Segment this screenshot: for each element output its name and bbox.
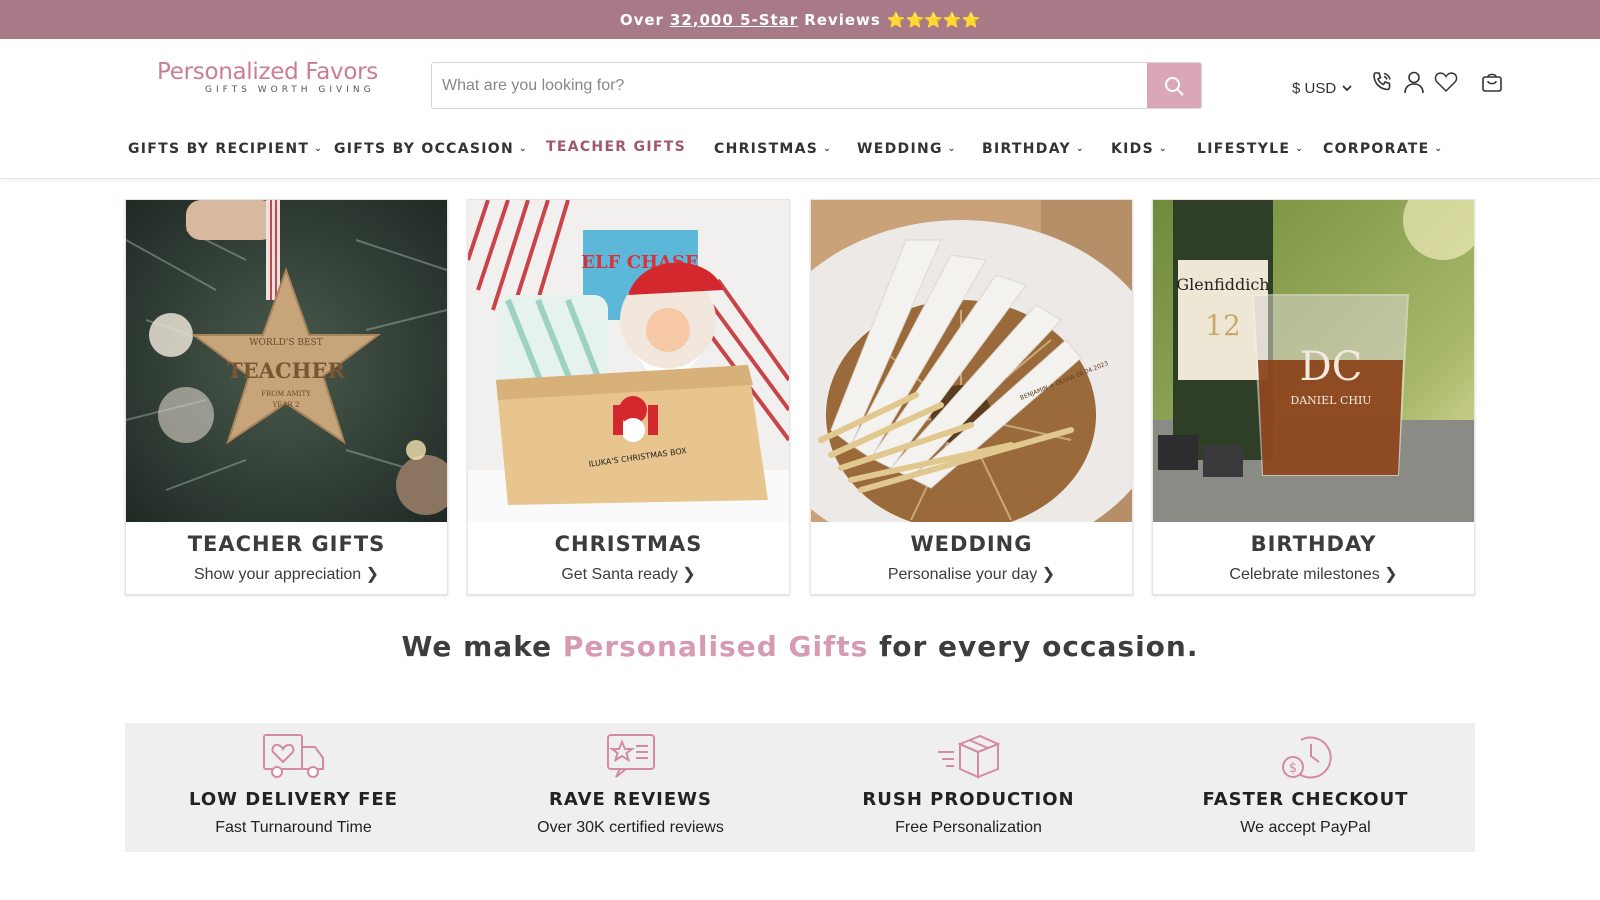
nav-gifts-by-occasion[interactable]: GIFTS BY OCCASION ⌄ <box>334 139 528 159</box>
image-text: Glenfiddich <box>1176 275 1269 294</box>
site-header: Personalized Favors GIFTS WORTH GIVING $… <box>0 39 1600 179</box>
feature-faster-checkout: $ FASTER CHECKOUT We accept PayPal <box>1137 723 1474 852</box>
chevron-down-icon: ⌄ <box>1158 144 1168 154</box>
tagline-before: We make <box>401 630 553 663</box>
nav-birthday[interactable]: BIRTHDAY ⌄ <box>982 139 1085 159</box>
chevron-down-icon: ⌄ <box>1295 144 1305 154</box>
brand-name: Personalized Favors <box>157 59 378 85</box>
nav-label: WEDDING <box>857 141 943 157</box>
search-bar <box>431 62 1202 109</box>
card-subtitle-link[interactable]: Celebrate milestones ❯ <box>1153 564 1474 584</box>
nav-gifts-by-recipient[interactable]: GIFTS BY RECIPIENT ⌄ <box>128 139 323 159</box>
birthday-whisky-image: Glenfiddich 12 DC DANIEL CHIU <box>1153 200 1474 522</box>
card-title: WEDDING <box>910 532 1033 556</box>
reviews-link[interactable]: 32,000 5-Star <box>670 11 798 29</box>
nav-corporate[interactable]: CORPORATE ⌄ <box>1323 139 1443 159</box>
nav-kids[interactable]: KIDS ⌄ <box>1111 139 1168 159</box>
nav-label: BIRTHDAY <box>982 141 1071 157</box>
image-text: WORLD'S BEST <box>249 338 322 348</box>
card-subtitle-link[interactable]: Personalise your day ❯ <box>811 564 1132 584</box>
wedding-fan-image: BENJAMIN + OLIVIA 08.04.2023 <box>811 200 1132 522</box>
chevron-down-icon: ⌄ <box>947 144 957 154</box>
image-text: 12 <box>1205 309 1241 342</box>
search-button[interactable] <box>1147 63 1201 108</box>
main-navigation: GIFTS BY RECIPIENT ⌄ GIFTS BY OCCASION ⌄ T… <box>0 139 1600 169</box>
image-text: DC <box>1300 344 1363 390</box>
clock-dollar-icon: $ <box>1281 736 1332 779</box>
card-subtitle-link[interactable]: Show your appreciation ❯ <box>126 564 447 584</box>
category-cards: WORLD'S BEST TEACHER FROM AMITY YEAR 2 T… <box>125 199 1475 595</box>
nav-wedding[interactable]: WEDDING ⌄ <box>857 139 957 159</box>
image-text: TEACHER <box>227 358 345 383</box>
account-icon[interactable] <box>1402 69 1426 95</box>
nav-label: LIFESTYLE <box>1197 141 1291 157</box>
search-icon <box>1165 76 1184 95</box>
delivery-truck-heart-icon <box>262 734 324 778</box>
feature-subtitle: We accept PayPal <box>1240 819 1371 836</box>
nav-label: TEACHER GIFTS <box>546 139 686 155</box>
nav-lifestyle[interactable]: LIFESTYLE ⌄ <box>1197 139 1304 159</box>
feature-rush-production: RUSH PRODUCTION Free Personalization <box>800 723 1137 852</box>
svg-text:$: $ <box>1288 761 1296 776</box>
cart-bag-icon[interactable] <box>1480 69 1504 95</box>
christmas-box-image: ELF CHASE ILUKA'S CHRISTMAS BOX <box>468 200 789 522</box>
nav-label: CHRISTMAS <box>714 141 819 157</box>
nav-label: KIDS <box>1111 141 1154 157</box>
fast-box-icon <box>937 734 1001 779</box>
feature-title: FASTER CHECKOUT <box>1202 789 1409 810</box>
occasion-tagline: We make Personalised Gifts for every occ… <box>0 630 1600 663</box>
feature-subtitle: Free Personalization <box>895 819 1042 836</box>
wishlist-heart-icon[interactable] <box>1434 69 1458 95</box>
teacher-gift-image: WORLD'S BEST TEACHER FROM AMITY YEAR 2 <box>126 200 447 522</box>
card-title: CHRISTMAS <box>554 532 703 556</box>
card-title: BIRTHDAY <box>1250 532 1377 556</box>
feature-subtitle: Over 30K certified reviews <box>537 819 724 836</box>
five-stars-icon: ⭐⭐⭐⭐⭐ <box>886 10 981 29</box>
card-subtitle-link[interactable]: Get Santa ready ❯ <box>468 564 789 584</box>
phone-icon[interactable] <box>1370 69 1394 95</box>
chevron-down-icon <box>1342 85 1352 92</box>
chevron-down-icon: ⌄ <box>1434 144 1444 154</box>
feature-rave-reviews: RAVE REVIEWS Over 30K certified reviews <box>462 723 799 852</box>
category-card-birthday[interactable]: Glenfiddich 12 DC DANIEL CHIU BIRTHDAY C… <box>1152 199 1475 595</box>
tagline-highlight: Personalised Gifts <box>562 630 869 663</box>
nav-label: CORPORATE <box>1323 141 1430 157</box>
image-text: DANIEL CHIU <box>1290 394 1371 407</box>
feature-low-delivery-fee: LOW DELIVERY FEE Fast Turnaround Time <box>125 723 462 852</box>
announcement-suffix: Reviews <box>804 10 881 29</box>
card-title: TEACHER GIFTS <box>187 532 386 556</box>
announcement-bar: Over 32,000 5-Star Reviews ⭐⭐⭐⭐⭐ <box>0 0 1600 39</box>
image-text: FROM AMITY <box>261 390 311 398</box>
category-card-teacher-gifts[interactable]: WORLD'S BEST TEACHER FROM AMITY YEAR 2 T… <box>125 199 448 595</box>
nav-teacher-gifts[interactable]: TEACHER GIFTS <box>546 137 686 157</box>
chevron-down-icon: ⌄ <box>314 144 324 154</box>
feature-title: RAVE REVIEWS <box>549 789 712 810</box>
currency-selector[interactable]: $ USD <box>1292 80 1352 97</box>
announcement-prefix: Over <box>619 10 664 29</box>
search-input[interactable] <box>432 63 1147 108</box>
brand-logo[interactable]: Personalized Favors GIFTS WORTH GIVING <box>157 59 407 99</box>
chevron-down-icon: ⌄ <box>823 144 833 154</box>
category-card-christmas[interactable]: ELF CHASE ILUKA'S CHRISTMAS BOX CHRISTMA… <box>467 199 790 595</box>
currency-label: $ USD <box>1292 80 1337 97</box>
feature-title: LOW DELIVERY FEE <box>189 789 398 810</box>
chevron-down-icon: ⌄ <box>1075 144 1085 154</box>
header-icons <box>1370 69 1504 95</box>
image-text: YEAR 2 <box>272 401 300 409</box>
category-card-wedding[interactable]: BENJAMIN + OLIVIA 08.04.2023 WEDDING Per… <box>810 199 1133 595</box>
review-star-card-icon <box>606 734 655 778</box>
chevron-down-icon: ⌄ <box>518 144 528 154</box>
tagline-after: for every occasion. <box>879 630 1199 663</box>
nav-label: GIFTS BY OCCASION <box>334 141 514 157</box>
nav-christmas[interactable]: CHRISTMAS ⌄ <box>714 139 832 159</box>
nav-label: GIFTS BY RECIPIENT <box>128 141 310 157</box>
brand-tagline: GIFTS WORTH GIVING <box>205 85 375 95</box>
feature-title: RUSH PRODUCTION <box>862 789 1075 810</box>
features-strip: LOW DELIVERY FEE Fast Turnaround Time RA… <box>125 723 1475 852</box>
feature-subtitle: Fast Turnaround Time <box>215 819 372 836</box>
